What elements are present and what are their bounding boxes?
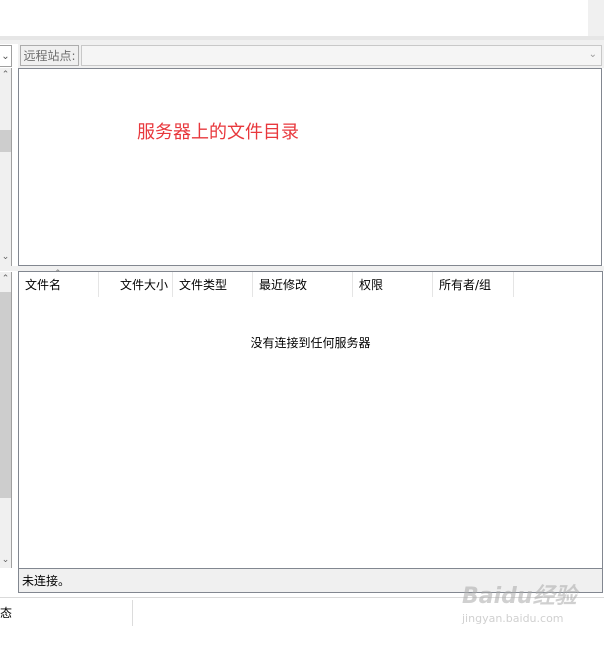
message-log-scrollbar[interactable] [588, 0, 604, 36]
remote-status-bar: 未连接。 [18, 569, 603, 593]
app-status-divider [132, 600, 133, 626]
column-header-filetype[interactable]: 文件类型 [173, 272, 253, 297]
scroll-up-icon[interactable]: ⌃ [0, 68, 11, 82]
sort-ascending-icon: ⌃ [54, 269, 62, 279]
column-header-permissions[interactable]: 权限 [353, 272, 433, 297]
app-status-bar [0, 597, 604, 647]
remote-file-list[interactable] [18, 271, 603, 569]
local-list-scroll-thumb[interactable] [0, 292, 11, 498]
local-list-border [11, 272, 12, 568]
chevron-down-icon: ⌄ [1, 50, 10, 62]
remote-directory-tree[interactable] [18, 68, 602, 266]
app-status-text: 态 [0, 606, 13, 620]
remote-file-list-header: 文件名 文件大小 文件类型 最近修改 权限 所有者/组 [19, 272, 602, 297]
column-header-owner-group[interactable]: 所有者/组 [433, 272, 514, 297]
remote-status-text: 未连接。 [22, 574, 71, 588]
column-header-filesize[interactable]: 文件大小 [99, 272, 173, 297]
remote-site-path-combo[interactable]: ⌄ [81, 45, 602, 66]
scroll-up-icon[interactable]: ⌃ [0, 272, 11, 286]
column-header-modified[interactable]: 最近修改 [253, 272, 353, 297]
empty-list-message: 没有连接到任何服务器 [250, 336, 371, 350]
local-tree-scrollbar[interactable]: ⌃ [0, 68, 11, 266]
local-tree-border [11, 68, 12, 266]
scroll-down-icon[interactable]: ⌄ [0, 553, 11, 567]
scroll-down-icon[interactable]: ⌄ [0, 250, 11, 264]
message-log [0, 0, 588, 36]
local-site-dropdown-button[interactable]: ⌄ [0, 45, 12, 67]
remote-site-label: 远程站点: [20, 45, 79, 66]
chevron-down-icon[interactable]: ⌄ [589, 49, 597, 60]
remote-tree-annotation: 服务器上的文件目录 [137, 122, 299, 143]
local-tree-scroll-thumb[interactable] [0, 130, 11, 152]
